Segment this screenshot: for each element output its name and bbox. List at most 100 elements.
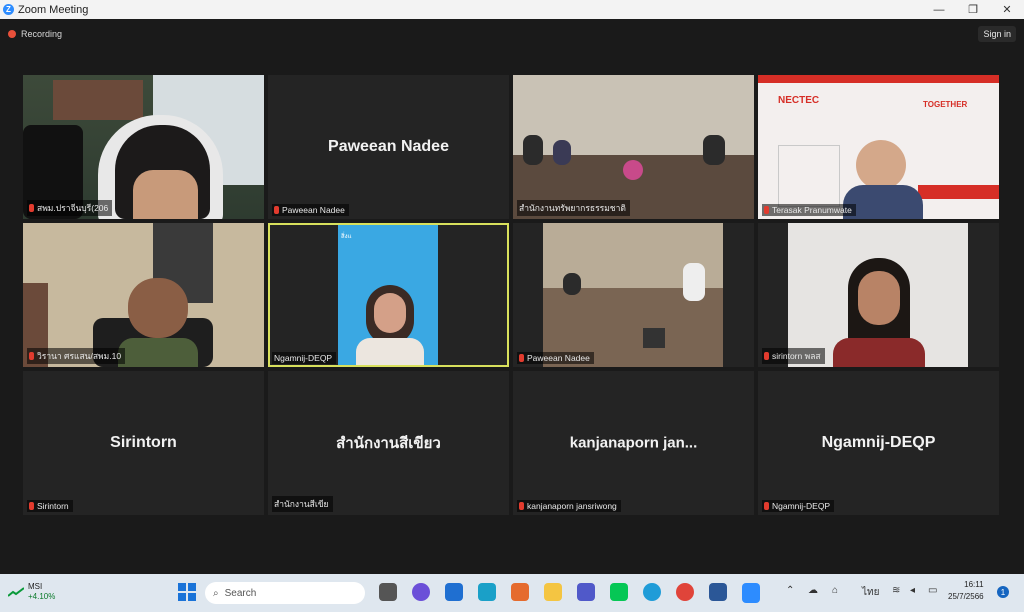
banner-text: TOGETHER (923, 100, 968, 109)
video-tile[interactable]: สพม.ปราจีนบุรี(206 (23, 75, 264, 219)
participant-display-name: สำนักงานสีเขียว (336, 435, 441, 452)
clock-time: 16:11 (964, 580, 984, 589)
attendee-shape (683, 263, 705, 301)
search-icon: ⌕ (213, 587, 219, 599)
close-button[interactable]: ✕ (990, 0, 1024, 19)
building-sketch (778, 145, 840, 207)
participant-name: kanjanaporn jansriwong (527, 501, 617, 511)
language-indicator[interactable]: ไทย (862, 585, 879, 600)
participant-name: Ngamnij-DEQP (772, 501, 831, 511)
teams-icon[interactable] (577, 583, 595, 601)
participant-label: Paweean Nadee (517, 352, 594, 364)
windows-taskbar: MSI +4.10% ⌕ Search ⌃ ☁ ⌂ ไทย ≋ ◂ ▭ 16:1… (0, 574, 1024, 612)
video-tile[interactable]: kanjanaporn jan... kanjanaporn jansriwon… (513, 371, 754, 515)
battery-icon[interactable]: ▭ (928, 585, 937, 596)
system-clock[interactable]: 16:11 25/7/2566 (948, 579, 984, 603)
participant-name: Paweean Nadee (282, 205, 345, 215)
participant-label: Ngamnij-DEQP (272, 352, 337, 364)
window-title: Zoom Meeting (18, 3, 89, 16)
mic-muted-icon (764, 502, 769, 510)
chrome-icon[interactable] (676, 583, 694, 601)
show-hidden-icons-icon[interactable]: ⌃ (786, 585, 794, 596)
phone-shape (643, 328, 665, 348)
mic-muted-icon (519, 502, 524, 510)
video-tile[interactable]: Paweean Nadee Paweean Nadee (268, 75, 509, 219)
person-body (833, 338, 925, 367)
video-tile[interactable]: สำนักงานทรัพยากรธรรมชาติ (513, 75, 754, 219)
participant-display-name: kanjanaporn jan... (569, 434, 698, 452)
banner-stripe (758, 75, 999, 83)
onedrive-icon[interactable]: ☁ (808, 585, 818, 596)
person-face (128, 278, 188, 338)
window-titlebar: Z Zoom Meeting — ❐ ✕ (0, 0, 1024, 19)
video-tile[interactable]: NECTEC TOGETHER Terasak Pranumwate (758, 75, 999, 219)
wifi-icon[interactable]: ≋ (892, 585, 900, 596)
video-tile[interactable]: วิรานา ศรแสน/สพม.10 (23, 223, 264, 367)
meeting-top-bar: Recording Sign in (0, 19, 1024, 51)
start-button[interactable] (178, 583, 196, 601)
participant-label: Ngamnij-DEQP (762, 500, 835, 512)
participant-label: Sirintorn (27, 500, 73, 512)
participant-name: สำนักงานสีเขีย (274, 499, 329, 509)
banner-stripe (918, 185, 999, 199)
participant-name: Terasak Pranumwate (772, 205, 852, 215)
store-icon[interactable] (445, 583, 463, 601)
participant-label: Terasak Pranumwate (762, 204, 856, 216)
participant-label: sirintorn พลส (762, 348, 825, 364)
stock-name: MSI (28, 582, 43, 591)
participant-display-name: Ngamnij-DEQP (821, 434, 936, 451)
chat-icon[interactable] (412, 583, 430, 601)
stock-change: +4.10% (28, 592, 56, 601)
participant-name: sirintorn พลส (772, 351, 821, 361)
mic-muted-icon (764, 352, 769, 360)
app-icon[interactable] (478, 583, 496, 601)
background-text: สิ่งแ (341, 234, 352, 240)
person-body (356, 338, 424, 365)
zoom-icon[interactable] (742, 583, 760, 603)
video-tile[interactable]: Ngamnij-DEQP Ngamnij-DEQP (758, 371, 999, 515)
windows-logo-icon (178, 583, 196, 601)
word-icon[interactable] (709, 583, 727, 601)
line-icon[interactable] (610, 583, 628, 601)
participant-label: สำนักงานทรัพยากรธรรมชาติ (517, 200, 630, 216)
shelf-shape (53, 80, 143, 120)
attendee-shape (563, 273, 581, 295)
volume-icon[interactable]: ◂ (910, 585, 915, 596)
mic-muted-icon (29, 502, 34, 510)
participant-name: วิรานา ศรแสน/สพม.10 (37, 351, 122, 361)
participant-name: Paweean Nadee (527, 353, 590, 363)
stock-widget[interactable]: MSI +4.10% (8, 582, 55, 602)
flower-arrangement (623, 160, 643, 180)
file-explorer-icon[interactable] (544, 583, 562, 601)
edge-icon[interactable] (643, 583, 661, 601)
video-tile[interactable]: Paweean Nadee (513, 223, 754, 367)
minimize-button[interactable]: — (922, 0, 956, 19)
attendee-shape (523, 135, 543, 165)
participant-label: สำนักงานสีเขีย (272, 496, 333, 512)
person-face (374, 293, 406, 333)
taskbar-search[interactable]: ⌕ Search (205, 582, 365, 604)
maximize-button[interactable]: ❐ (956, 0, 990, 19)
mic-muted-icon (764, 206, 769, 214)
participant-label: kanjanaporn jansriwong (517, 500, 621, 512)
microphone-icon[interactable]: ⌂ (832, 585, 838, 596)
sign-in-button[interactable]: Sign in (978, 26, 1016, 42)
participant-name: สพม.ปราจีนบุรี(206 (37, 203, 109, 213)
video-tile[interactable]: สำนักงานสีเขียว สำนักงานสีเขีย (268, 371, 509, 515)
person-face (133, 170, 198, 219)
video-tile[interactable]: Sirintorn Sirintorn (23, 371, 264, 515)
clock-date: 25/7/2566 (948, 592, 984, 601)
participant-label: วิรานา ศรแสน/สพม.10 (27, 348, 126, 364)
participant-display-name: Paweean Nadee (328, 138, 449, 155)
video-tile[interactable]: sirintorn พลส (758, 223, 999, 367)
recording-indicator[interactable]: Recording (8, 29, 62, 39)
video-tile-active-speaker[interactable]: สิ่งแ Ngamnij-DEQP (268, 223, 509, 367)
participant-display-name: Sirintorn (110, 434, 177, 451)
recording-label: Recording (21, 29, 63, 39)
app-icon[interactable] (511, 583, 529, 601)
recording-dot-icon (8, 30, 16, 38)
notification-badge[interactable]: 1 (997, 586, 1009, 598)
participant-name: สำนักงานทรัพยากรธรรมชาติ (519, 203, 626, 213)
task-view-icon[interactable] (379, 583, 397, 601)
search-placeholder: Search (224, 587, 257, 599)
